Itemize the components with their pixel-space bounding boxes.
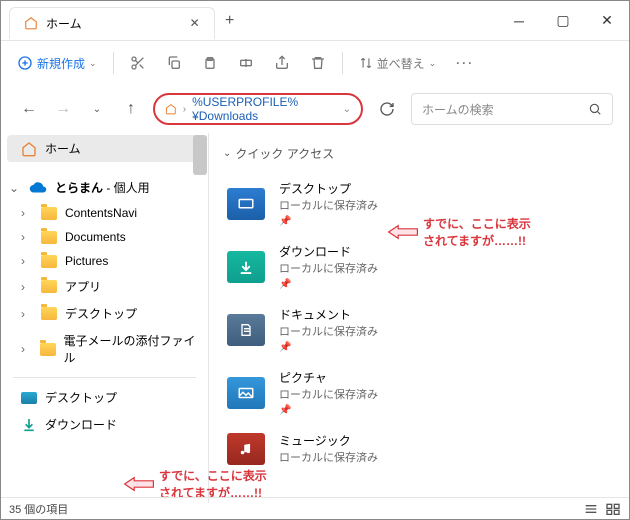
sidebar: ホーム ⌄ とらまん - 個人用 ›ContentsNavi ›Document… xyxy=(1,133,209,503)
annotation-top: すでに、ここに表示されてますが……!! xyxy=(387,215,531,249)
share-icon xyxy=(274,55,290,71)
minimize-button[interactable]: ─ xyxy=(497,1,541,41)
address-bar[interactable]: › %USERPROFILE%¥Downloads ⌄ xyxy=(153,93,363,125)
trash-icon xyxy=(310,55,326,71)
folder-icon xyxy=(41,255,57,268)
divider xyxy=(13,377,196,378)
paste-button[interactable] xyxy=(194,49,226,77)
sort-button[interactable]: 並べ替え ⌄ xyxy=(351,49,445,78)
qa-item-pictures[interactable]: ピクチャローカルに保存済み📌 xyxy=(223,361,615,424)
sidebar-item-apps[interactable]: ›アプリ xyxy=(1,273,208,300)
documents-folder-icon xyxy=(227,314,265,346)
rename-icon xyxy=(238,55,254,71)
new-tab-button[interactable]: + xyxy=(215,12,245,30)
music-folder-icon xyxy=(227,433,265,465)
chevron-down-icon: ⌄ xyxy=(429,58,437,69)
folder-icon xyxy=(41,307,57,320)
qa-item-music[interactable]: ミュージックローカルに保存済み xyxy=(223,424,615,473)
back-button[interactable]: ← xyxy=(17,97,41,121)
address-path: %USERPROFILE%¥Downloads xyxy=(192,95,337,123)
share-button[interactable] xyxy=(266,49,298,77)
search-input[interactable]: ホームの検索 xyxy=(411,93,613,125)
sidebar-item-contentsnavi[interactable]: ›ContentsNavi xyxy=(1,201,208,225)
chevron-right-icon[interactable]: › xyxy=(21,342,32,356)
folder-icon xyxy=(41,280,57,293)
delete-button[interactable] xyxy=(302,49,334,77)
copy-button[interactable] xyxy=(158,49,190,77)
sidebar-item-documents[interactable]: ›Documents xyxy=(1,225,208,249)
plus-circle-icon xyxy=(17,55,33,71)
scrollbar[interactable] xyxy=(193,135,207,175)
divider xyxy=(113,52,114,74)
divider xyxy=(342,52,343,74)
titlebar: ホーム ✕ + ─ ▢ ✕ xyxy=(1,1,629,41)
maximize-button[interactable]: ▢ xyxy=(541,1,585,41)
toolbar: 新規作成 ⌄ 並べ替え ⌄ ··· xyxy=(1,41,629,85)
section-quick-access[interactable]: ⌄ クイック アクセス xyxy=(223,145,615,162)
content-pane: ⌄ クイック アクセス デスクトップローカルに保存済み📌 ダウンロードローカルに… xyxy=(209,133,629,503)
chevron-right-icon[interactable]: › xyxy=(21,280,33,294)
qa-item-documents[interactable]: ドキュメントローカルに保存済み📌 xyxy=(223,298,615,361)
more-button[interactable]: ··· xyxy=(448,50,482,76)
chevron-down-icon: ⌄ xyxy=(89,58,97,69)
chevron-down-icon[interactable]: ⌄ xyxy=(85,97,109,121)
sidebar-item-desktop[interactable]: デスクトップ xyxy=(1,384,208,411)
arrow-left-icon xyxy=(123,475,155,493)
pin-icon: 📌 xyxy=(279,342,291,353)
close-icon[interactable]: ✕ xyxy=(190,16,200,30)
annotation-bottom: すでに、ここに表示されてますが……!! xyxy=(123,467,267,501)
grid-view-icon[interactable] xyxy=(605,502,621,516)
refresh-button[interactable] xyxy=(373,101,401,117)
folder-icon xyxy=(41,207,57,220)
chevron-right-icon[interactable]: › xyxy=(21,254,33,268)
paste-icon xyxy=(202,55,218,71)
search-icon xyxy=(588,102,602,116)
tab-title: ホーム xyxy=(46,15,82,32)
folder-icon xyxy=(41,231,57,244)
sidebar-item-email[interactable]: ›電子メールの添付ファイル xyxy=(1,327,208,371)
close-button[interactable]: ✕ xyxy=(585,1,629,41)
cloud-icon xyxy=(29,182,47,194)
chevron-right-icon[interactable]: › xyxy=(21,206,33,220)
folder-icon xyxy=(40,343,55,356)
up-button[interactable]: ↑ xyxy=(119,97,143,121)
chevron-down-icon[interactable]: ⌄ xyxy=(9,181,21,195)
sidebar-item-downloads[interactable]: ダウンロード xyxy=(1,411,208,438)
sidebar-item-desktop-od[interactable]: ›デスクトップ xyxy=(1,300,208,327)
sidebar-item-pictures[interactable]: ›Pictures xyxy=(1,249,208,273)
forward-button[interactable]: → xyxy=(51,97,75,121)
arrow-left-icon xyxy=(387,223,419,241)
copy-icon xyxy=(166,55,182,71)
chevron-down-icon: ⌄ xyxy=(343,104,351,115)
chevron-right-icon[interactable]: › xyxy=(21,230,33,244)
search-placeholder: ホームの検索 xyxy=(422,101,494,118)
sort-icon xyxy=(359,56,373,70)
list-view-icon[interactable] xyxy=(583,502,599,516)
sidebar-item-onedrive[interactable]: ⌄ とらまん - 個人用 xyxy=(1,174,208,201)
refresh-icon xyxy=(379,101,395,117)
download-icon xyxy=(21,417,37,433)
tab-home[interactable]: ホーム ✕ xyxy=(9,7,215,39)
pin-icon: 📌 xyxy=(279,279,291,290)
pictures-folder-icon xyxy=(227,377,265,409)
chevron-right-icon: › xyxy=(183,104,186,115)
downloads-folder-icon xyxy=(227,251,265,283)
cut-icon xyxy=(130,55,146,71)
desktop-folder-icon xyxy=(227,188,265,220)
new-button[interactable]: 新規作成 ⌄ xyxy=(9,49,105,78)
sidebar-item-home[interactable]: ホーム xyxy=(7,135,202,162)
desktop-icon xyxy=(21,392,37,404)
chevron-right-icon[interactable]: › xyxy=(21,307,33,321)
pin-icon: 📌 xyxy=(279,216,291,227)
pin-icon: 📌 xyxy=(279,405,291,416)
rename-button[interactable] xyxy=(230,49,262,77)
nav-row: ← → ⌄ ↑ › %USERPROFILE%¥Downloads ⌄ ホームの… xyxy=(1,85,629,133)
cut-button[interactable] xyxy=(122,49,154,77)
status-bar: 35 個の項目 xyxy=(1,497,629,519)
status-count: 35 個の項目 xyxy=(9,501,68,517)
chevron-down-icon: ⌄ xyxy=(223,148,231,159)
home-icon xyxy=(165,102,177,116)
home-icon xyxy=(24,16,38,30)
home-icon xyxy=(21,141,37,157)
